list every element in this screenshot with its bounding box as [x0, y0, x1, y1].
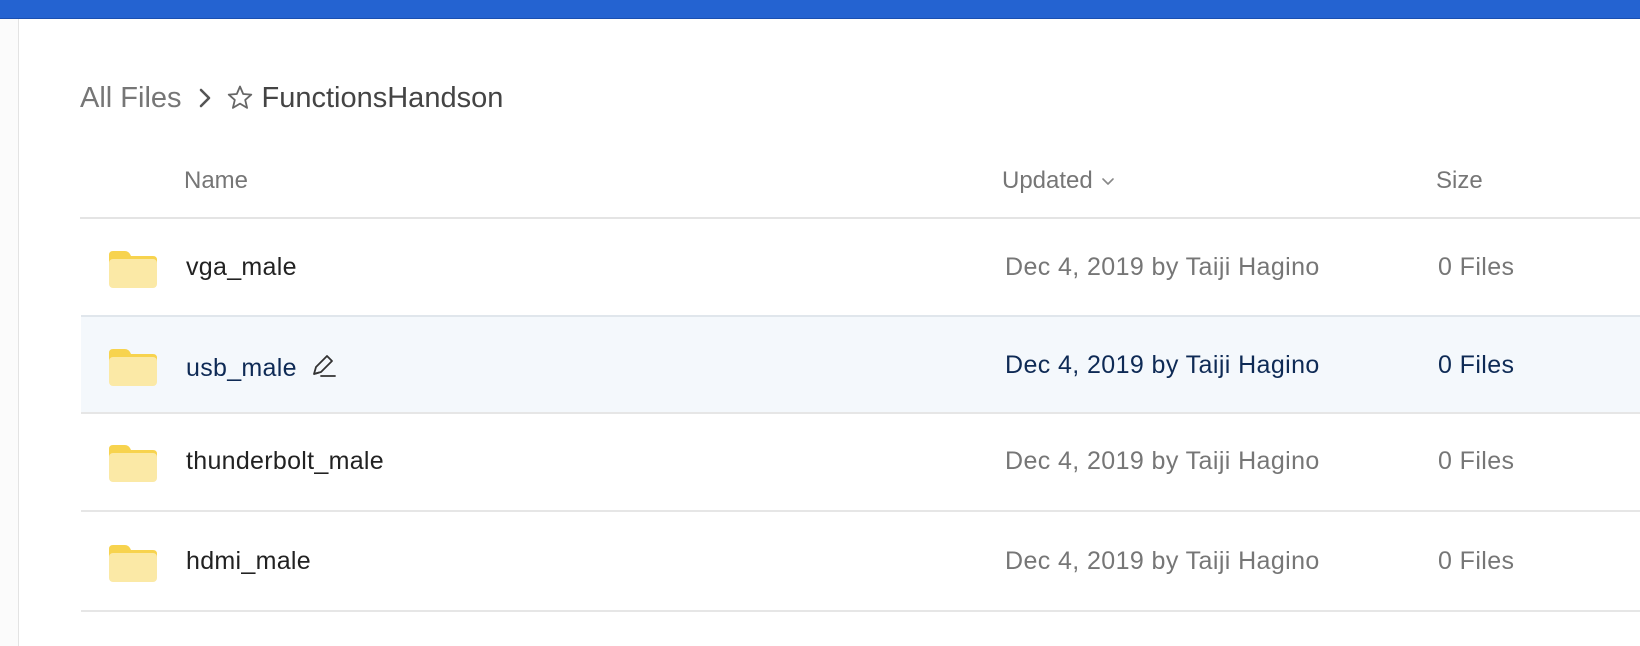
folder-icon: [107, 347, 159, 387]
file-name-link[interactable]: usb_male: [186, 354, 297, 382]
chevron-down-icon: [1101, 176, 1115, 186]
chevron-right-icon: [198, 86, 212, 110]
folder-icon: [107, 443, 159, 483]
breadcrumb-all-files-link[interactable]: All Files: [80, 82, 182, 115]
left-sidebar-edge: [0, 19, 19, 646]
file-size: 0 Files: [1438, 447, 1515, 475]
file-updated: Dec 4, 2019 by Taiji Hagino: [1005, 447, 1320, 475]
breadcrumb: All Files FunctionsHandson: [80, 74, 503, 122]
file-name: usb_male: [186, 351, 337, 383]
file-updated: Dec 4, 2019 by Taiji Hagino: [1005, 351, 1320, 379]
folder-icon: [107, 249, 159, 289]
star-outline-icon[interactable]: [226, 84, 254, 112]
file-size: 0 Files: [1438, 547, 1515, 575]
table-row[interactable]: hdmi_male Dec 4, 2019 by Taiji Hagino 0 …: [81, 513, 1640, 612]
table-row-hovered[interactable]: usb_male Dec 4, 2019 by Taiji Hagino 0 F…: [81, 315, 1640, 414]
file-updated: Dec 4, 2019 by Taiji Hagino: [1005, 253, 1320, 281]
folder-icon: [107, 543, 159, 583]
column-header-name[interactable]: Name: [184, 167, 248, 195]
table-header: Name Updated Size: [80, 162, 1640, 219]
table-row[interactable]: vga_male Dec 4, 2019 by Taiji Hagino 0 F…: [81, 219, 1640, 318]
pencil-edit-icon[interactable]: [309, 351, 337, 379]
file-name[interactable]: hdmi_male: [186, 547, 311, 576]
file-size: 0 Files: [1438, 253, 1515, 281]
file-size: 0 Files: [1438, 351, 1515, 379]
table-row[interactable]: thunderbolt_male Dec 4, 2019 by Taiji Ha…: [81, 413, 1640, 512]
column-header-size[interactable]: Size: [1436, 167, 1483, 195]
file-name[interactable]: vga_male: [186, 253, 297, 282]
file-updated: Dec 4, 2019 by Taiji Hagino: [1005, 547, 1320, 575]
column-header-updated-label: Updated: [1002, 167, 1093, 194]
top-bar: [0, 0, 1640, 19]
column-header-updated[interactable]: Updated: [1002, 167, 1115, 195]
breadcrumb-current-folder: FunctionsHandson: [261, 81, 504, 114]
file-name[interactable]: thunderbolt_male: [186, 447, 384, 476]
